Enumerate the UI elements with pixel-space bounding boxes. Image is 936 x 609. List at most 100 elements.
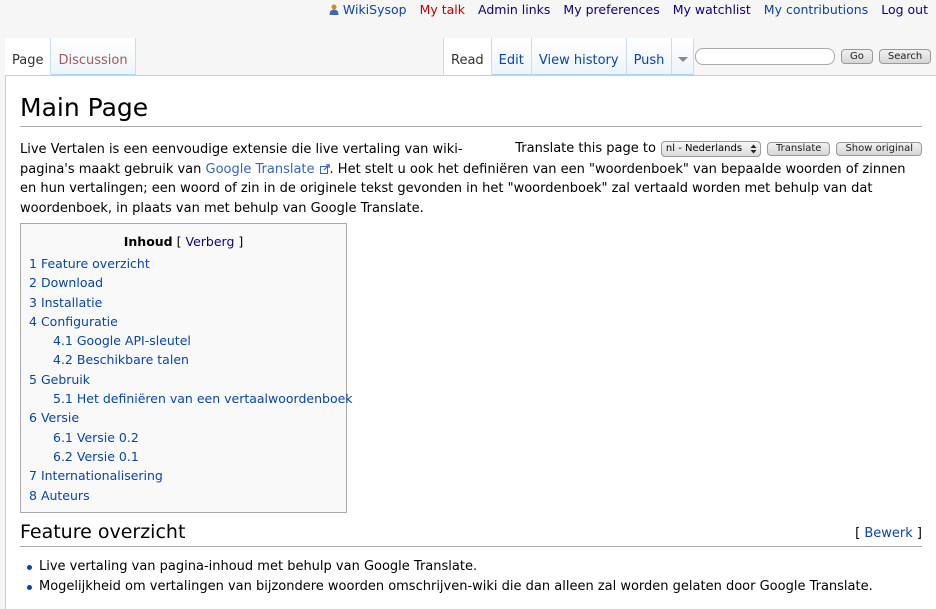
tab-page[interactable]: Page xyxy=(5,38,52,75)
toc-link[interactable]: 7 Internationalisering xyxy=(29,468,163,483)
toc-number: 2 xyxy=(29,275,37,291)
log-out-link[interactable]: Log out xyxy=(881,2,928,17)
my-watchlist-link[interactable]: My watchlist xyxy=(673,2,751,17)
my-preferences-link[interactable]: My preferences xyxy=(563,2,659,17)
toc-item: 2 Download xyxy=(29,273,346,292)
toc-label: Gebruik xyxy=(40,371,91,387)
google-translate-link[interactable]: Google Translate xyxy=(206,162,330,177)
toc-title: Inhoud xyxy=(123,234,173,249)
page-title: Main Page xyxy=(20,92,922,127)
toc-label: Configuratie xyxy=(40,313,118,329)
toc-number: 5.1 xyxy=(53,391,73,407)
toc-label: Installatie xyxy=(40,294,103,310)
toc-number: 8 xyxy=(29,487,37,503)
go-button[interactable]: Go xyxy=(841,49,873,64)
toc-number: 6.2 xyxy=(53,448,73,464)
toc-item: 8 Auteurs xyxy=(29,486,346,505)
toc-link[interactable]: 6.2 Versie 0.1 xyxy=(53,449,139,464)
toc-toggle-link[interactable]: Verberg xyxy=(185,234,234,249)
language-select-value: nl - Nederlands xyxy=(665,142,743,154)
toc-number: 4.2 xyxy=(53,352,73,368)
edit-section-link[interactable]: Bewerk xyxy=(864,526,912,541)
translate-button[interactable]: Translate xyxy=(767,141,831,156)
toc-number: 4.1 xyxy=(53,333,73,349)
toc-label: Auteurs xyxy=(40,487,90,503)
user-link[interactable]: WikiSysop xyxy=(329,2,411,17)
toc-label: Versie 0.1 xyxy=(76,448,139,464)
toc-item: 6 Versie xyxy=(29,408,346,427)
tab-discussion[interactable]: Discussion xyxy=(51,38,136,75)
bullet-icon xyxy=(27,565,32,570)
edit-section: [ Bewerk ] xyxy=(855,526,922,541)
toc-item: 7 Internationalisering xyxy=(29,466,346,485)
toc-item: 3 Installatie xyxy=(29,293,346,312)
show-original-button[interactable]: Show original xyxy=(836,141,922,156)
user-icon xyxy=(329,4,339,15)
admin-links-link[interactable]: Admin links xyxy=(478,2,550,17)
section-heading: Feature overzicht [ Bewerk ] xyxy=(20,518,922,547)
toc-number: 6 xyxy=(29,410,37,426)
toc-toggle-bracket-close: ] xyxy=(234,234,244,249)
toc-number: 5 xyxy=(29,371,37,387)
toc-item: 6.1 Versie 0.2 xyxy=(29,428,346,447)
external-link-icon xyxy=(319,163,330,174)
toc-list: 1 Feature overzicht 2 Download 3 Installat… xyxy=(21,254,353,505)
toc-link[interactable]: 1 Feature overzicht xyxy=(29,256,150,271)
toc-number: 6.1 xyxy=(53,429,73,445)
view-tabs: Read Edit View history Push xyxy=(443,38,695,76)
toc-number: 4 xyxy=(29,313,37,329)
toc-item: 6.2 Versie 0.1 xyxy=(29,447,346,466)
tab-push[interactable]: Push xyxy=(626,38,673,75)
list-item-text: Mogelijkheid om vertalingen van bijzonde… xyxy=(39,579,873,594)
toc-item: 4 Configuratie xyxy=(29,312,346,331)
toc-link[interactable]: 6 Versie xyxy=(29,410,79,425)
tab-view-history[interactable]: View history xyxy=(531,38,627,75)
list-item: Live vertaling van pagina-inhoud met beh… xyxy=(20,557,922,577)
tab-edit[interactable]: Edit xyxy=(491,38,532,75)
toc-link[interactable]: 5.1 Het definiëren van een vertaalwoorde… xyxy=(53,391,353,406)
toc-label: Beschikbare talen xyxy=(76,352,189,368)
toc-item: 5 Gebruik xyxy=(29,370,346,389)
list-item: Mogelijkheid om vertalingen van bijzonde… xyxy=(20,577,922,597)
search-button[interactable]: Search xyxy=(878,49,932,64)
my-contributions-link[interactable]: My contributions xyxy=(764,2,868,17)
intro-paragraph: Translate this page to nl - Nederlands T… xyxy=(20,140,922,218)
toc-label: Versie 0.2 xyxy=(76,429,139,445)
language-select[interactable]: nl - Nederlands xyxy=(660,140,762,157)
toc-label: Het definiëren van een vertaalwoordenboe… xyxy=(76,391,353,407)
my-talk-link[interactable]: My talk xyxy=(420,2,465,17)
toc-link[interactable]: 4.2 Beschikbare talen xyxy=(53,352,189,367)
toc-link[interactable]: 4 Configuratie xyxy=(29,314,118,329)
toc-link[interactable]: 8 Auteurs xyxy=(29,488,90,503)
toc-label: Download xyxy=(40,275,104,291)
list-item-text: Live vertaling van pagina-inhoud met beh… xyxy=(39,559,478,574)
more-actions-dropdown[interactable] xyxy=(672,38,695,75)
table-of-contents: Inhoud [ Verberg ] 1 Feature overzicht 2 … xyxy=(20,223,353,513)
toc-link[interactable]: 6.1 Versie 0.2 xyxy=(53,430,139,445)
chevron-down-icon xyxy=(677,57,688,62)
toc-label: Internationalisering xyxy=(40,468,163,484)
toc-link[interactable]: 5 Gebruik xyxy=(29,372,90,387)
toc-item: 1 Feature overzicht xyxy=(29,254,346,273)
toc-link[interactable]: 3 Installatie xyxy=(29,295,102,310)
translate-box: Translate this page to nl - Nederlands T… xyxy=(515,139,922,159)
toc-title-row: Inhoud [ Verberg ] xyxy=(21,234,346,254)
toc-link[interactable]: 4.1 Google API-sleutel xyxy=(53,333,191,348)
google-translate-link-text: Google Translate xyxy=(205,161,315,177)
toc-label: Versie xyxy=(40,410,80,426)
search-input[interactable] xyxy=(695,48,835,65)
toc-label: Feature overzicht xyxy=(40,256,150,271)
toc-link[interactable]: 2 Download xyxy=(29,275,103,290)
user-name[interactable]: WikiSysop xyxy=(343,2,407,17)
toc-number: 7 xyxy=(29,468,37,484)
search-form: Go Search xyxy=(695,48,932,65)
toc-number: 3 xyxy=(29,294,37,310)
bullet-icon xyxy=(27,585,32,590)
toc-number: 1 xyxy=(29,256,37,271)
feature-list: Live vertaling van pagina-inhoud met beh… xyxy=(20,557,922,597)
toc-item: 4.2 Beschikbare talen xyxy=(29,350,346,369)
toc-item: 5.1 Het definiëren van een vertaalwoorde… xyxy=(29,389,353,408)
toc-item: 4.1 Google API-sleutel xyxy=(29,331,346,350)
tab-read[interactable]: Read xyxy=(443,38,492,75)
up-down-arrows-icon xyxy=(750,144,757,154)
